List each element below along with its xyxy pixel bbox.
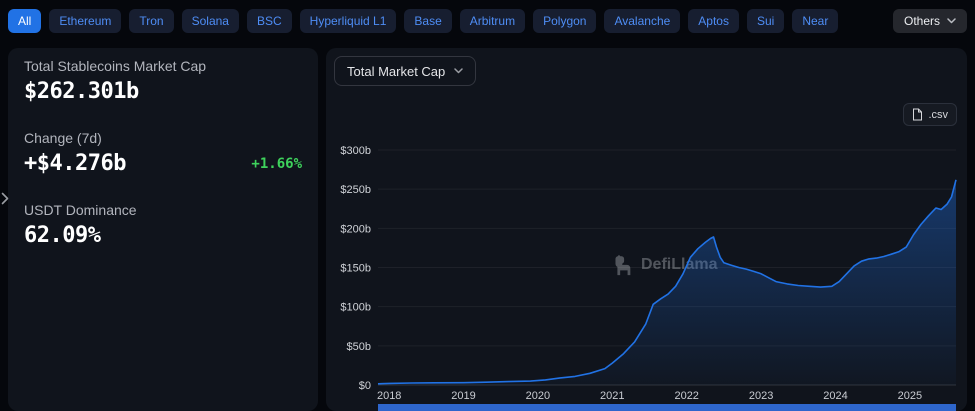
download-csv-button[interactable]: .csv (903, 103, 957, 126)
chevron-down-icon (947, 18, 956, 24)
y-axis-label: $100b (340, 302, 371, 314)
chain-tab-polygon[interactable]: Polygon (533, 9, 596, 33)
stats-panel: Total Stablecoins Market Cap $262.301b C… (8, 48, 318, 411)
chain-tab-arbitrum[interactable]: Arbitrum (460, 9, 525, 33)
chain-tab-list: All Ethereum Tron Solana BSC Hyperliquid L1 Ba… (8, 9, 838, 33)
x-axis-label: 2024 (823, 390, 847, 402)
usdt-dominance-value: 62.09% (24, 223, 302, 248)
main-content: Total Stablecoins Market Cap $262.301b C… (0, 40, 975, 411)
y-axis-label: $0 (359, 380, 371, 392)
change-value: +$4.276b (24, 151, 126, 176)
chain-tab-tron[interactable]: Tron (129, 9, 173, 33)
x-axis-label: 2020 (526, 390, 550, 402)
chain-tab-solana[interactable]: Solana (182, 9, 239, 33)
chain-tab-ethereum[interactable]: Ethereum (49, 9, 121, 33)
datazoom-slider[interactable] (378, 404, 956, 411)
y-axis-label: $150b (340, 263, 371, 275)
metric-dropdown-button[interactable]: Total Market Cap (334, 56, 476, 86)
x-axis-label: 2018 (377, 390, 401, 402)
chain-tab-sui[interactable]: Sui (747, 9, 784, 33)
x-axis-label: 2019 (451, 390, 475, 402)
usdt-dominance-label: USDT Dominance (24, 202, 302, 218)
chart-area-fill (378, 180, 956, 385)
x-axis-label: 2022 (674, 390, 698, 402)
chain-tab-all[interactable]: All (8, 9, 41, 33)
csv-file-icon (912, 108, 923, 121)
chevron-down-icon (454, 68, 463, 74)
metric-dropdown-label: Total Market Cap (347, 64, 445, 79)
change-label: Change (7d) (24, 130, 302, 146)
chain-filter-bar: All Ethereum Tron Solana BSC Hyperliquid L1 Ba… (0, 0, 975, 40)
chain-tab-aptos[interactable]: Aptos (688, 9, 739, 33)
x-axis-label: 2025 (898, 390, 922, 402)
chain-tab-avalanche[interactable]: Avalanche (604, 9, 680, 33)
market-cap-label: Total Stablecoins Market Cap (24, 58, 302, 74)
others-label: Others (904, 14, 940, 28)
market-cap-value: $262.301b (24, 79, 302, 104)
csv-label: .csv (928, 109, 948, 121)
chain-tab-hyperliquid-l1[interactable]: Hyperliquid L1 (300, 9, 397, 33)
change-percent-badge: +1.66% (251, 156, 302, 172)
x-axis-label: 2023 (749, 390, 773, 402)
market-cap-area-chart[interactable]: $0 $50b $100b $150b $200b $250b $300b 2018 2019 2… (326, 138, 967, 411)
chain-tab-near[interactable]: Near (792, 9, 838, 33)
others-dropdown-button[interactable]: Others (893, 9, 967, 33)
chain-tab-bsc[interactable]: BSC (247, 9, 292, 33)
chart-panel: Total Market Cap .csv DefiLlama (326, 48, 967, 411)
y-axis-label: $50b (347, 341, 371, 353)
chain-tab-base[interactable]: Base (404, 9, 451, 33)
x-axis-label: 2021 (600, 390, 624, 402)
y-axis-label: $250b (340, 184, 371, 196)
y-axis-label: $200b (340, 223, 371, 235)
change-row: +$4.276b +1.66% (24, 151, 302, 176)
expand-chevron-icon[interactable] (1, 192, 9, 210)
y-axis-label: $300b (340, 145, 371, 157)
stablecoins-dashboard: All Ethereum Tron Solana BSC Hyperliquid L1 Ba… (0, 0, 975, 411)
